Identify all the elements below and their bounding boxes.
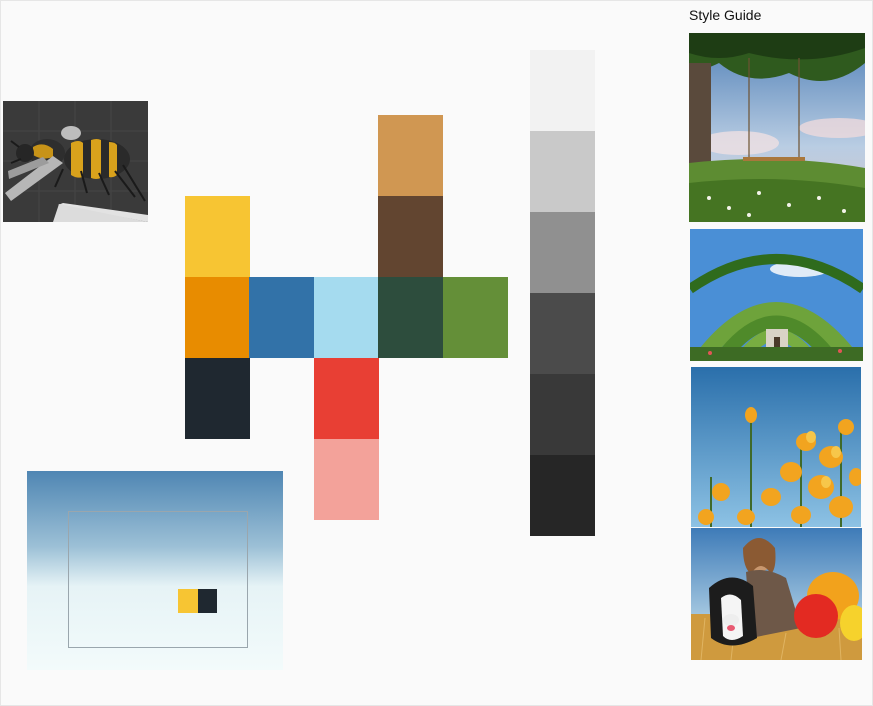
swatch-brown[interactable] [378, 196, 443, 277]
preview-frame [68, 511, 248, 648]
swatch-blue[interactable] [249, 277, 314, 358]
swatch-navy[interactable] [185, 358, 250, 439]
swatch-pink[interactable] [314, 439, 379, 520]
swatch-red[interactable] [314, 358, 379, 439]
woman-and-dog-photo[interactable] [691, 528, 862, 660]
mini-swatch-navy[interactable] [198, 589, 217, 613]
swatch-yellow[interactable] [185, 196, 250, 277]
grey-swatch-6[interactable] [530, 455, 595, 536]
garden-arch-photo[interactable] [690, 229, 863, 361]
gradient-preview-panel[interactable] [27, 471, 283, 670]
mini-swatch-yellow[interactable] [178, 589, 198, 613]
swatch-orange[interactable] [185, 277, 250, 358]
grey-swatch-5[interactable] [530, 374, 595, 455]
grey-swatch-3[interactable] [530, 212, 595, 293]
yellow-flowers-photo[interactable] [691, 367, 861, 527]
swatch-tan[interactable] [378, 115, 443, 196]
grey-swatch-4[interactable] [530, 293, 595, 374]
swatch-green[interactable] [443, 277, 508, 358]
style-guide-title: Style Guide [689, 7, 762, 23]
swatch-dark-green[interactable] [378, 277, 443, 358]
grey-swatch-1[interactable] [530, 50, 595, 131]
swatch-light-blue[interactable] [314, 277, 379, 358]
bee-render-thumbnail[interactable] [3, 101, 148, 222]
grey-swatch-2[interactable] [530, 131, 595, 212]
tree-swing-photo[interactable] [689, 33, 865, 222]
